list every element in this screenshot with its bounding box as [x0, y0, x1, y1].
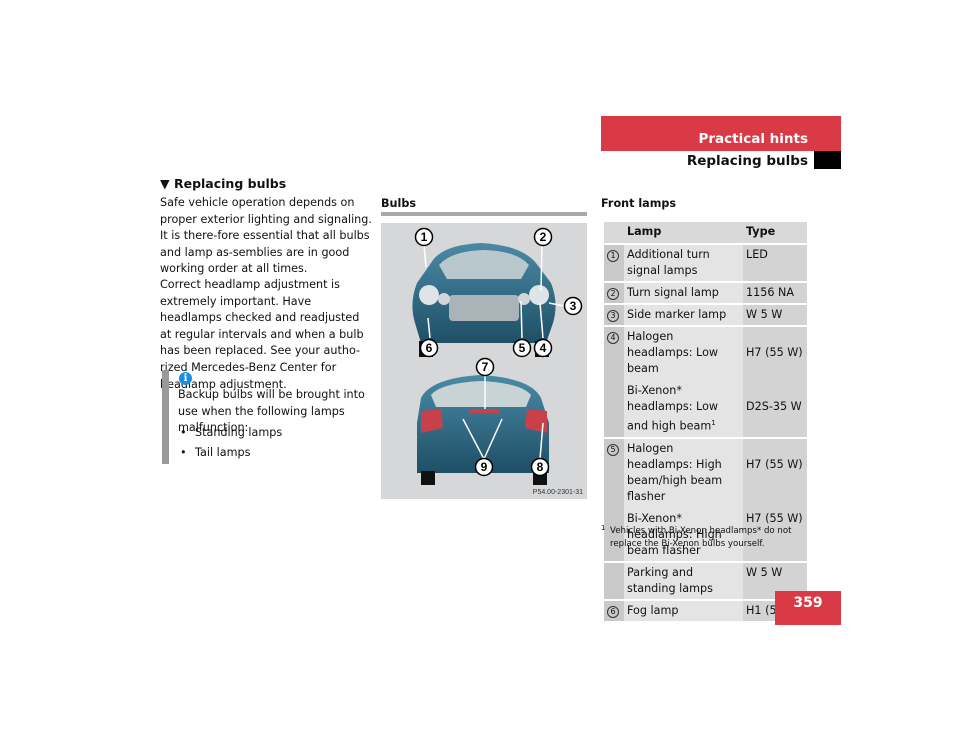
callout-number: 6	[607, 605, 619, 618]
list-item: Tail lamps	[178, 443, 282, 463]
callout-number: 1	[607, 250, 619, 262]
lamp-name: Turn signal lamp	[627, 286, 719, 299]
list-item: Standing lamps	[178, 423, 282, 443]
callout-number: 2	[607, 288, 619, 300]
callout-8: 8	[530, 457, 550, 477]
manual-page: Practical hints Replacing bulbs ▼ Replac…	[0, 0, 960, 742]
lamp-type: 1156 NA	[746, 286, 795, 299]
column-header: Lamp	[624, 222, 743, 245]
lamp-type: H7 (55 W)	[746, 457, 803, 471]
lamp-name: Halogen headlamps: Low beam	[627, 330, 719, 375]
lamp-name: Parking and standing lamps	[627, 565, 713, 595]
info-box: i Backup bulbs will be brought into use …	[162, 370, 379, 464]
table-row: 3 Side marker lamp W 5 W	[604, 304, 807, 327]
callout-2: 2	[533, 227, 553, 247]
svg-text:6: 6	[426, 341, 433, 355]
bulbs-title: Bulbs	[381, 197, 416, 210]
callout-4: 4	[533, 338, 553, 358]
table-header: Lamp Type	[604, 222, 807, 245]
column-header: Type	[743, 222, 807, 245]
callout-6: 6	[419, 338, 439, 358]
section-marker	[814, 151, 841, 169]
callout-number: 4	[607, 332, 619, 344]
chapter-title: Practical hints	[698, 131, 808, 147]
lamp-type: W 5 W	[746, 565, 783, 579]
svg-text:5: 5	[519, 341, 526, 355]
callout-5: 5	[512, 338, 532, 358]
table-row: 4 Halogen headlamps: Low beam Bi-Xenon* he…	[604, 326, 807, 439]
svg-text:1: 1	[421, 230, 428, 244]
svg-text:3: 3	[570, 299, 577, 313]
car-front	[412, 243, 556, 357]
callout-1: 1	[414, 227, 434, 247]
chapter-band: Practical hints	[601, 116, 841, 151]
lamp-name: Bi-Xenon* headlamps: Low and high beam1	[627, 384, 719, 433]
car-lamps-illustration: 1 2 3 4 5 6 7 8 9 P54.00-2301-31	[381, 223, 587, 499]
info-list: Standing lamps Tail lamps	[178, 423, 282, 463]
section-title: ▼ Replacing bulbs	[160, 176, 287, 191]
lamp-type: H7 (55 W)	[746, 346, 803, 359]
callout-number: 3	[607, 310, 619, 322]
svg-text:2: 2	[540, 230, 547, 244]
divider	[381, 212, 587, 216]
callout-3: 3	[563, 296, 583, 316]
table-row: 2 Turn signal lamp 1156 NA	[604, 282, 807, 305]
callout-number: 5	[607, 443, 619, 456]
callout-9: 9	[474, 457, 494, 477]
image-code: P54.00-2301-31	[533, 489, 583, 496]
lamp-name: Additional turn signal lamps	[627, 248, 710, 277]
lamp-name: Side marker lamp	[627, 308, 727, 321]
svg-text:8: 8	[537, 460, 544, 474]
lamp-type: LED	[746, 248, 768, 261]
svg-text:7: 7	[482, 360, 489, 374]
lamp-name: Fog lamp	[627, 603, 679, 617]
svg-text:4: 4	[540, 341, 547, 355]
section-header: Replacing bulbs	[686, 153, 808, 169]
lamp-type: D2S-35 W	[746, 400, 802, 413]
bulb-table: Lamp Type 1 Additional turn signal lamps L…	[604, 222, 807, 623]
svg-text:9: 9	[481, 460, 488, 474]
front-lamps-title: Front lamps	[601, 197, 677, 210]
lamp-name: Halogen headlamps: High beam/high beam f…	[627, 441, 723, 503]
footnote: 1 Vehicles with Bi-Xenon headlamps* do no…	[601, 524, 792, 549]
page-number: 359	[775, 591, 841, 625]
callout-7: 7	[475, 357, 495, 377]
table-row: 1 Additional turn signal lamps LED	[604, 244, 807, 283]
lamp-type: W 5 W	[746, 308, 783, 321]
paragraph: Safe vehicle operation depends on proper…	[160, 196, 372, 276]
info-icon: i	[179, 372, 192, 385]
